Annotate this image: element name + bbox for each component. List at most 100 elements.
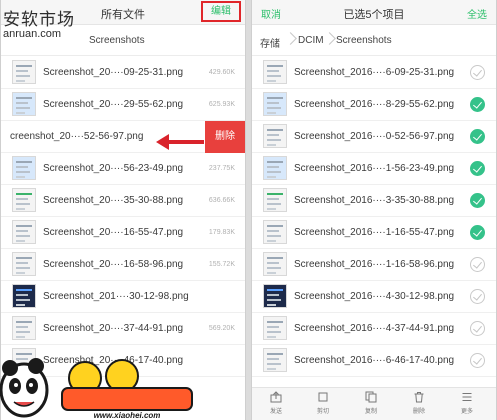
file-name: Screenshot_20····16-58-96.png <box>43 259 184 270</box>
file-thumbnail <box>263 284 287 308</box>
file-thumbnail <box>12 316 36 340</box>
file-thumbnail <box>12 60 36 84</box>
file-row[interactable]: Screenshot_2016····3-35-30-88.png <box>252 185 496 217</box>
file-thumbnail <box>263 316 287 340</box>
breadcrumb-storage[interactable]: 存储 <box>260 35 280 50</box>
file-row[interactable]: Screenshot_2016····0-52-56-97.png <box>252 121 496 153</box>
toolbar-label: 删除 <box>412 409 425 415</box>
checkbox-checked-icon[interactable] <box>470 225 485 240</box>
file-thumbnail <box>263 252 287 276</box>
swiped-file-row[interactable]: creenshot_20····52-56-97.png 删除 <box>1 121 245 153</box>
file-thumbnail <box>12 188 36 212</box>
toolbar-label: 复制 <box>364 409 377 415</box>
toolbar-label: 剪切 <box>316 409 329 415</box>
file-thumbnail <box>263 156 287 180</box>
delete-button[interactable]: 删除 <box>399 391 439 419</box>
file-row[interactable]: Screenshot_2016····8-29-55-62.png <box>252 89 496 121</box>
breadcrumb-screenshots[interactable]: Screenshots <box>336 35 392 46</box>
file-thumbnail <box>263 92 287 116</box>
file-name: Screenshot_201····30-12-98.png <box>43 291 189 302</box>
file-name: Screenshot_2016····3-35-30-88.png <box>294 195 455 206</box>
file-row[interactable]: Screenshot_201····30-12-98.png <box>1 281 245 313</box>
file-thumbnail <box>12 156 36 180</box>
file-thumbnail <box>263 348 287 372</box>
file-name: Screenshot_20····16-55-47.png <box>43 227 184 238</box>
share-icon <box>270 391 282 403</box>
trash-icon <box>414 392 424 403</box>
file-name: Screenshot_2016····1-16-58-96.png <box>294 259 455 270</box>
file-thumbnail <box>263 188 287 212</box>
selection-title: 已选5个项目 <box>343 9 405 21</box>
checkbox-unchecked-icon[interactable] <box>470 257 485 272</box>
file-name: Screenshot_20····35-30-88.png <box>43 195 184 206</box>
swipe-delete-button[interactable]: 删除 <box>205 121 245 153</box>
breadcrumb-dcim[interactable]: DCIM <box>298 35 324 46</box>
bottom-toolbar: 发送 剪切 复制 删除 更多 <box>252 387 496 420</box>
file-size: 569.20K <box>208 325 235 332</box>
file-thumbnail <box>12 284 36 308</box>
file-row[interactable]: Screenshot_2016····4-37-44-91.png <box>252 313 496 345</box>
file-row[interactable]: Screenshot_2016····1-16-58-96.png <box>252 249 496 281</box>
edit-button[interactable]: 编辑 <box>201 1 241 22</box>
file-row[interactable]: Screenshot_2016····1-16-55-47.png <box>252 217 496 249</box>
right-topbar: 取消 已选5个项目 全选 <box>252 0 496 25</box>
file-size: 429.60K <box>208 69 235 76</box>
file-name: Screenshot_20····09-25-31.png <box>43 67 184 78</box>
site-watermark: 安软市场 <box>3 10 75 29</box>
file-row[interactable]: Screenshot_2016····6-09-25-31.png <box>252 57 496 89</box>
more-icon <box>462 393 472 401</box>
file-thumbnail <box>12 220 36 244</box>
file-name: Screenshot_2016····8-29-55-62.png <box>294 99 455 110</box>
file-thumbnail <box>263 60 287 84</box>
file-name: Screenshot_2016····6-46-17-40.png <box>294 355 455 366</box>
share-button[interactable]: 发送 <box>256 391 296 419</box>
file-row[interactable]: Screenshot_20····37-44-91.png 569.20K <box>1 313 245 345</box>
file-row[interactable]: Screenshot_2016····1-56-23-49.png <box>252 153 496 185</box>
file-name: creenshot_20····52-56-97.png <box>10 131 144 142</box>
file-size: 625.93K <box>208 101 235 108</box>
toolbar-label: 发送 <box>269 409 282 415</box>
checkbox-unchecked-icon[interactable] <box>470 289 485 304</box>
breadcrumb: 存储 DCIM Screenshots <box>252 25 496 56</box>
cut-button[interactable]: 剪切 <box>303 391 343 419</box>
breadcrumb-screenshots[interactable]: Screenshots <box>89 35 145 46</box>
checkbox-checked-icon[interactable] <box>470 129 485 144</box>
brand-logo: www.xiaohei.com <box>0 358 193 420</box>
file-size: 636.66K <box>208 197 235 204</box>
file-name: Screenshot_2016····4-30-12-98.png <box>294 291 455 302</box>
select-all-button[interactable]: 全选 <box>467 6 487 21</box>
file-thumbnail <box>12 252 36 276</box>
checkbox-unchecked-icon[interactable] <box>470 353 485 368</box>
file-name: Screenshot_2016····6-09-25-31.png <box>294 67 455 78</box>
file-row[interactable]: Screenshot_20····16-58-96.png 155.72K <box>1 249 245 281</box>
file-row[interactable]: Screenshot_20····29-55-62.png 625.93K <box>1 89 245 121</box>
more-button[interactable]: 更多 <box>447 391 487 419</box>
file-row[interactable]: Screenshot_2016····6-46-17-40.png <box>252 345 496 377</box>
checkbox-unchecked-icon[interactable] <box>470 65 485 80</box>
checkbox-unchecked-icon[interactable] <box>470 321 485 336</box>
file-row[interactable]: Screenshot_2016····4-30-12-98.png <box>252 281 496 313</box>
file-size: 179.83K <box>208 229 235 236</box>
file-row[interactable]: Screenshot_20····16-55-47.png 179.83K <box>1 217 245 249</box>
file-name: Screenshot_20····56-23-49.png <box>43 163 184 174</box>
chevron-right-icon <box>286 28 298 52</box>
file-row[interactable]: Screenshot_20····09-25-31.png 429.60K <box>1 57 245 89</box>
file-thumbnail <box>263 124 287 148</box>
file-thumbnail <box>12 92 36 116</box>
checkbox-checked-icon[interactable] <box>470 161 485 176</box>
file-name: Screenshot_2016····0-52-56-97.png <box>294 131 455 142</box>
red-arrow-icon <box>156 134 204 150</box>
file-name: Screenshot_2016····1-16-55-47.png <box>294 227 455 238</box>
checkbox-checked-icon[interactable] <box>470 193 485 208</box>
copy-button[interactable]: 复制 <box>351 391 391 419</box>
file-row[interactable]: Screenshot_20····56-23-49.png 237.75K <box>1 153 245 185</box>
site-watermark-url: anruan.com <box>3 28 62 40</box>
file-name: Screenshot_20····37-44-91.png <box>43 323 184 334</box>
right-phone-screen: 取消 已选5个项目 全选 存储 DCIM Screenshots Screens… <box>251 0 497 420</box>
cut-icon <box>318 392 328 402</box>
file-row[interactable]: Screenshot_20····35-30-88.png 636.66K <box>1 185 245 217</box>
file-name: Screenshot_2016····4-37-44-91.png <box>294 323 455 334</box>
toolbar-label: 更多 <box>460 409 473 415</box>
checkbox-checked-icon[interactable] <box>470 97 485 112</box>
file-thumbnail <box>263 220 287 244</box>
